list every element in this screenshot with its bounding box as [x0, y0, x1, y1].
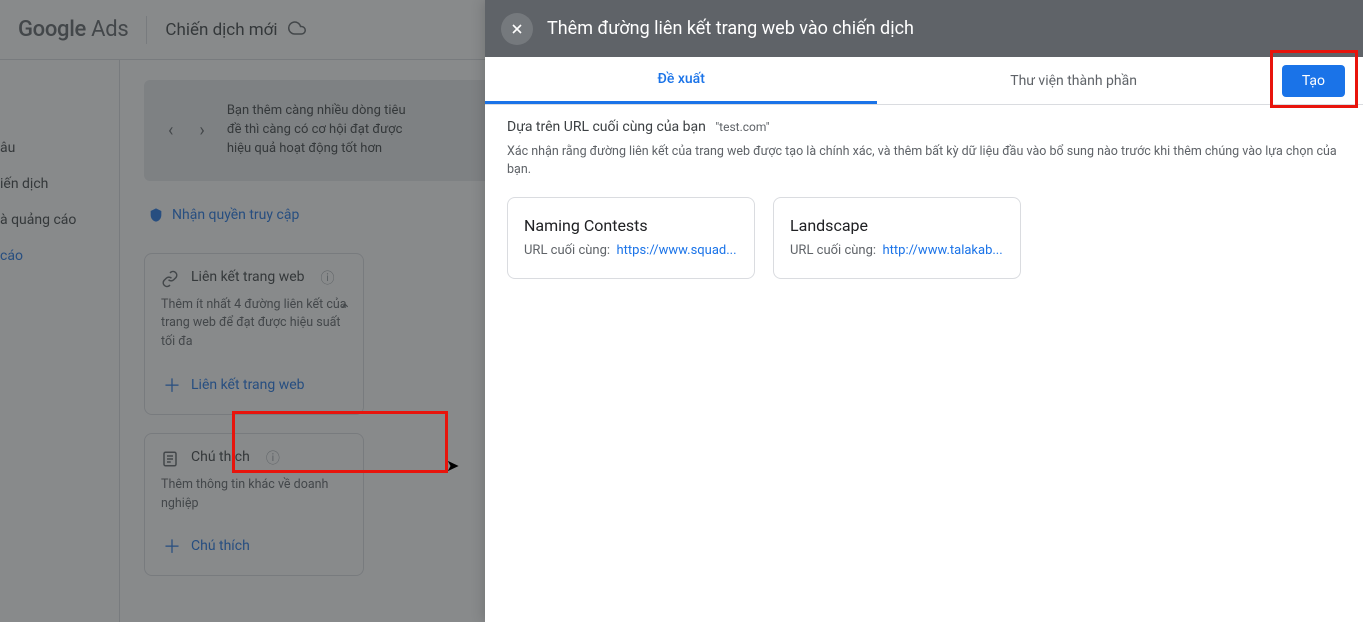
close-button[interactable] [501, 13, 533, 45]
confirm-text: Xác nhận rằng đường liên kết của trang w… [507, 143, 1341, 179]
final-url-label: URL cuối cùng: [524, 243, 610, 258]
suggestion-card[interactable]: Naming Contests URL cuối cùng: https://w… [507, 197, 755, 279]
panel-body: Dựa trên URL cuối cùng của bạn "test.com… [485, 105, 1363, 293]
panel-header: Thêm đường liên kết trang web vào chiến … [485, 0, 1363, 57]
tab-suggested[interactable]: Đề xuất [485, 57, 877, 104]
sitelink-panel: Thêm đường liên kết trang web vào chiến … [485, 0, 1363, 622]
suggestion-title: Landscape [790, 216, 1004, 235]
suggestion-row: Naming Contests URL cuối cùng: https://w… [507, 197, 1341, 279]
suggestion-url-line: URL cuối cùng: http://www.talakab... [790, 243, 1004, 258]
final-url-label: URL cuối cùng: [790, 243, 876, 258]
based-on-url: "test.com" [715, 120, 769, 134]
create-button[interactable]: Tạo [1282, 65, 1345, 97]
based-on-text: Dựa trên URL cuối cùng của bạn "test.com… [507, 119, 1341, 135]
suggestion-title: Naming Contests [524, 216, 738, 235]
suggestion-card[interactable]: Landscape URL cuối cùng: http://www.tala… [773, 197, 1021, 279]
panel-title: Thêm đường liên kết trang web vào chiến … [547, 18, 914, 39]
suggestion-url-line: URL cuối cùng: https://www.squad... [524, 243, 738, 258]
suggestion-url[interactable]: https://www.squad... [617, 243, 737, 258]
based-on-label: Dựa trên URL cuối cùng của bạn [507, 119, 706, 135]
panel-tabs: Đề xuất Thư viện thành phần Tạo [485, 57, 1363, 105]
close-icon [509, 21, 525, 37]
suggestion-url[interactable]: http://www.talakab... [883, 243, 1003, 258]
tab-library[interactable]: Thư viện thành phần [877, 57, 1269, 104]
